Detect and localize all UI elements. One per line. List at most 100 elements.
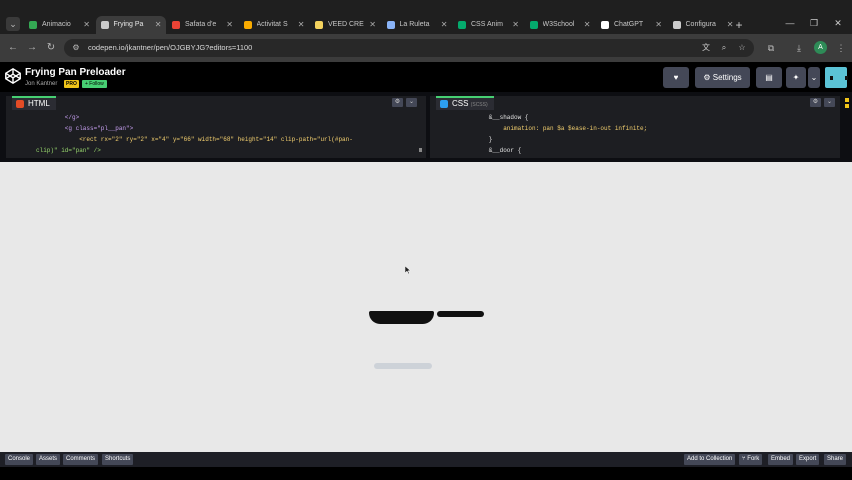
tab-close-icon[interactable]: ✕	[298, 16, 305, 34]
code-line: </g>	[36, 114, 80, 121]
change-view-button[interactable]: ▤	[756, 67, 782, 88]
tab-label: W3School	[542, 21, 575, 28]
tab-label: ChatGPT	[614, 21, 644, 28]
settings-button[interactable]: ⚙ Settings	[695, 67, 750, 88]
zoom-icon[interactable]: ⌕	[718, 42, 730, 54]
browser-tab-bar: ⌄ Animacio ✕ Frying Pa ✕ Safata d'e ✕ Activita…	[0, 0, 852, 34]
browser-tab[interactable]: W3School ✕	[525, 16, 595, 34]
add-to-collection-button[interactable]: Add to Collection	[684, 454, 736, 465]
user-avatar[interactable]	[825, 67, 848, 88]
fork-label: Fork	[747, 456, 760, 462]
html-icon	[16, 100, 24, 108]
embed-button[interactable]: Embed	[768, 454, 794, 465]
tab-close-icon[interactable]: ✕	[584, 16, 591, 34]
code-line: &__door {	[460, 147, 522, 154]
reload-icon[interactable]: ↻	[44, 41, 58, 55]
settings-label: Settings	[712, 73, 742, 82]
follow-button[interactable]: + Follow	[82, 80, 107, 88]
bottom-strip	[0, 467, 852, 480]
console-button[interactable]: Console	[5, 454, 34, 465]
scroll-indicator[interactable]	[419, 148, 422, 152]
css-collapse-icon[interactable]: ⌄	[824, 98, 835, 107]
html-editor-label: HTML	[28, 99, 50, 108]
browser-tab[interactable]: CSS Anim ✕	[453, 16, 523, 34]
url-field[interactable]: ⚙ codepen.io/jkantner/pen/OJGBYJG?editor…	[64, 39, 754, 57]
code-line: <rect rx="2" ry="2" x="4" y="66" width="…	[36, 136, 353, 143]
new-tab-button[interactable]: +	[732, 16, 746, 34]
love-button[interactable]: ♥	[663, 67, 689, 88]
html-settings-icon[interactable]: ⚙	[392, 98, 403, 107]
css-editor[interactable]: CSS (SCSS) ⚙ ⌄ &__shadow { animation: pa…	[430, 96, 840, 158]
comments-button[interactable]: Comments	[63, 454, 99, 465]
tab-favicon-icon	[458, 21, 466, 29]
assets-button[interactable]: Assets	[36, 454, 61, 465]
pin-dropdown-button[interactable]: ⌄	[808, 67, 820, 88]
chevron-down-icon: ⌄	[810, 73, 818, 82]
tab-search-icon[interactable]: ⌄	[6, 17, 20, 31]
forward-icon[interactable]: →	[25, 41, 39, 55]
codepen-footer: Console Assets Comments Shortcuts Add to…	[0, 452, 852, 467]
css-settings-icon[interactable]: ⚙	[810, 98, 821, 107]
minimize-icon[interactable]: —	[780, 16, 800, 30]
tab-close-icon[interactable]: ✕	[512, 16, 519, 34]
browser-tab[interactable]: Activitat S ✕	[239, 16, 309, 34]
share-button[interactable]: Share	[824, 454, 847, 465]
fork-button[interactable]: ⑂ Fork	[739, 454, 763, 465]
pin-icon: ✦	[792, 73, 800, 82]
css-icon	[440, 100, 448, 108]
profile-avatar[interactable]: A	[814, 41, 827, 54]
frying-pan-body	[369, 311, 434, 324]
code-line: }	[460, 136, 493, 143]
tab-close-icon[interactable]: ✕	[655, 16, 662, 34]
browser-tab[interactable]: La Ruleta ✕	[382, 16, 452, 34]
bookmark-star-icon[interactable]: ☆	[736, 42, 748, 54]
html-code[interactable]: </g> <g class="pl__pan"> <rect rx="2" ry…	[6, 112, 426, 158]
tab-favicon-icon	[29, 21, 37, 29]
extensions-icon[interactable]: ⧉	[764, 41, 778, 55]
editor-resize-handle[interactable]	[845, 98, 849, 158]
close-window-icon[interactable]: ✕	[828, 16, 848, 30]
code-line: clip)" id="pan" />	[36, 147, 101, 154]
tab-close-icon[interactable]: ✕	[441, 16, 448, 34]
pen-title[interactable]: Frying Pan Preloader	[25, 67, 126, 78]
back-icon[interactable]: ←	[6, 41, 20, 55]
tab-close-icon[interactable]: ✕	[226, 16, 233, 34]
pin-button[interactable]: ✦	[786, 67, 806, 88]
tab-favicon-icon	[672, 21, 681, 29]
export-button[interactable]: Export	[796, 454, 820, 465]
address-bar-row: ← → ↻ ⚙ codepen.io/jkantner/pen/OJGBYJG?…	[0, 34, 852, 62]
code-line: animation: pan $a $ease-in-out infinite;	[460, 125, 648, 132]
tab-label: La Ruleta	[399, 21, 430, 28]
tab-favicon-icon	[386, 21, 395, 29]
tab-favicon-icon	[529, 21, 538, 29]
browser-tab[interactable]: Configura ✕	[668, 16, 738, 34]
css-editor-tab[interactable]: CSS (SCSS)	[436, 96, 494, 110]
maximize-icon[interactable]: ❐	[804, 16, 824, 30]
pro-badge: PRO	[64, 80, 79, 88]
html-editor-tab[interactable]: HTML	[12, 96, 56, 110]
translate-icon[interactable]: 文	[700, 42, 712, 54]
browser-tab[interactable]: Safata d'e ✕	[167, 16, 237, 34]
author-name[interactable]: Jon Kantner	[25, 81, 57, 87]
css-code[interactable]: &__shadow { animation: pan $a $ease-in-o…	[430, 112, 840, 158]
tab-label: CSS Anim	[471, 21, 503, 28]
browser-tab[interactable]: VEED CRE ✕	[310, 16, 380, 34]
layout-icon: ▤	[765, 73, 773, 82]
download-icon[interactable]: ⤓	[792, 41, 806, 55]
tab-close-icon[interactable]: ✕	[83, 16, 90, 34]
tab-label: Frying Pa	[113, 21, 144, 28]
menu-kebab-icon[interactable]: ⋮	[834, 41, 848, 55]
browser-tab[interactable]: ChatGPT ✕	[596, 16, 666, 34]
browser-tab[interactable]: Animacio ✕	[24, 16, 94, 34]
css-editor-label: CSS	[452, 99, 469, 108]
tab-close-icon[interactable]: ✕	[369, 16, 376, 34]
codepen-logo-icon[interactable]	[4, 67, 22, 85]
tab-favicon-icon	[601, 21, 609, 29]
html-collapse-icon[interactable]: ⌄	[406, 98, 417, 107]
preview-pane[interactable]	[0, 162, 852, 452]
shortcuts-button[interactable]: Shortcuts	[102, 454, 134, 465]
site-info-icon[interactable]: ⚙	[70, 42, 82, 54]
html-editor[interactable]: HTML ⚙ ⌄ </g> <g class="pl__pan"> <rect …	[6, 96, 426, 158]
tab-close-icon[interactable]: ✕	[155, 16, 162, 34]
browser-tab[interactable]: Frying Pa ✕	[95, 16, 166, 34]
